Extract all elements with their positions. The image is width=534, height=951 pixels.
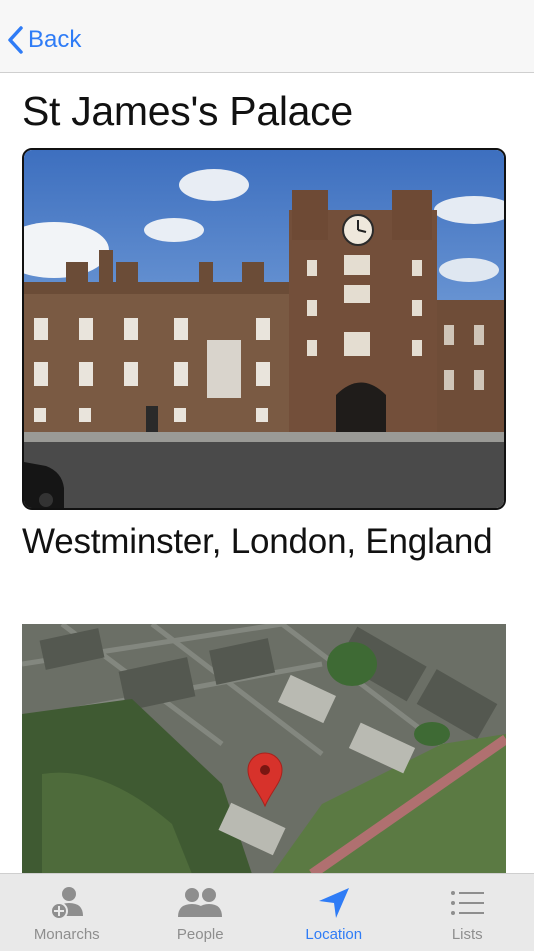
satellite-map[interactable] [22,624,506,874]
tab-lists[interactable]: Lists [401,874,534,951]
tab-label: Location [305,926,362,943]
chevron-left-icon [6,25,24,55]
list-icon [450,890,484,916]
back-label: Back [28,26,81,54]
tab-monarchs[interactable]: Monarchs [0,874,134,951]
location-text: Westminster, London, England [22,522,492,562]
tab-bar: Monarchs People Location [0,873,534,951]
people-icon [178,887,222,919]
tab-label: Lists [452,926,483,943]
tab-label: People [177,926,224,943]
tab-location[interactable]: Location [267,874,401,951]
palace-photo [22,148,506,510]
location-arrow-icon [317,886,351,920]
back-button[interactable]: Back [6,24,81,56]
tab-people[interactable]: People [134,874,268,951]
navigation-bar: Back [0,0,534,73]
page-title: St James's Palace [22,88,353,135]
tab-label: Monarchs [34,926,100,943]
person-add-icon [47,884,87,922]
